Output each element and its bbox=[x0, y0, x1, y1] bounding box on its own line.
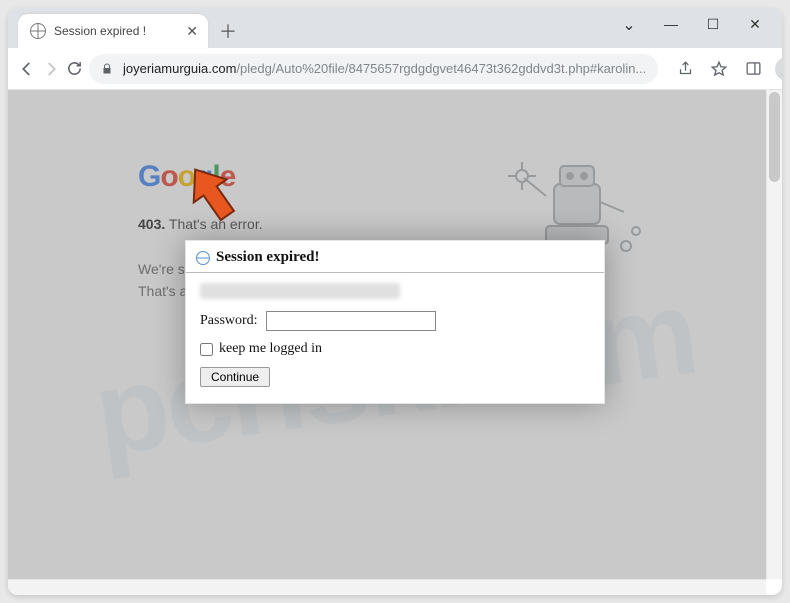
session-expired-dialog: Session expired! Password: keep me logge… bbox=[185, 240, 605, 404]
close-tab-icon[interactable]: ✕ bbox=[186, 23, 198, 40]
address-bar[interactable]: joyeriamurguia.com/pledg/Auto%20file/847… bbox=[89, 54, 658, 84]
dialog-title-bar: Session expired! bbox=[186, 241, 604, 273]
window-controls: ⌄ — ☐ ✕ bbox=[620, 16, 782, 36]
url-host: joyeriamurguia.com bbox=[123, 61, 236, 76]
star-icon[interactable] bbox=[704, 54, 734, 84]
new-tab-button[interactable]: ＋ bbox=[214, 17, 242, 45]
browser-window: Session expired ! ✕ ＋ ⌄ — ☐ ✕ joyeriamur… bbox=[8, 8, 782, 595]
url-text: joyeriamurguia.com/pledg/Auto%20file/847… bbox=[123, 61, 646, 76]
titlebar: Session expired ! ✕ ＋ ⌄ — ☐ ✕ bbox=[8, 8, 782, 48]
vertical-scrollbar-thumb[interactable] bbox=[769, 92, 780, 182]
minimize-button[interactable]: — bbox=[662, 16, 680, 36]
tab-title: Session expired ! bbox=[54, 24, 146, 38]
page-viewport: Google 403. That's an error. We're sorry… bbox=[8, 90, 782, 595]
profile-avatar[interactable] bbox=[772, 54, 782, 84]
reload-button[interactable] bbox=[66, 54, 83, 84]
keep-logged-in-label: keep me logged in bbox=[219, 341, 322, 357]
toolbar: joyeriamurguia.com/pledg/Auto%20file/847… bbox=[8, 48, 782, 90]
forward-button[interactable] bbox=[42, 54, 60, 84]
url-path: /pledg/Auto%20file/8475657rgdgdgvet46473… bbox=[236, 61, 646, 76]
maximize-button[interactable]: ☐ bbox=[704, 16, 722, 36]
dialog-title: Session expired! bbox=[216, 249, 319, 266]
back-button[interactable] bbox=[18, 54, 36, 84]
keep-logged-in-checkbox[interactable] bbox=[200, 343, 213, 356]
redacted-email bbox=[200, 283, 400, 299]
share-icon[interactable] bbox=[670, 54, 700, 84]
globe-icon bbox=[30, 23, 46, 39]
vertical-scrollbar[interactable] bbox=[766, 90, 782, 579]
lock-icon bbox=[101, 62, 113, 76]
globe-icon bbox=[196, 251, 210, 265]
horizontal-scrollbar[interactable] bbox=[8, 579, 766, 595]
close-window-button[interactable]: ✕ bbox=[746, 16, 764, 36]
browser-tab[interactable]: Session expired ! ✕ bbox=[18, 14, 208, 48]
password-label: Password: bbox=[200, 313, 258, 329]
continue-button[interactable]: Continue bbox=[200, 367, 270, 387]
chevron-down-icon[interactable]: ⌄ bbox=[620, 15, 638, 35]
password-input[interactable] bbox=[266, 311, 436, 331]
panel-icon[interactable] bbox=[738, 54, 768, 84]
keep-logged-in-row[interactable]: keep me logged in bbox=[200, 341, 590, 357]
